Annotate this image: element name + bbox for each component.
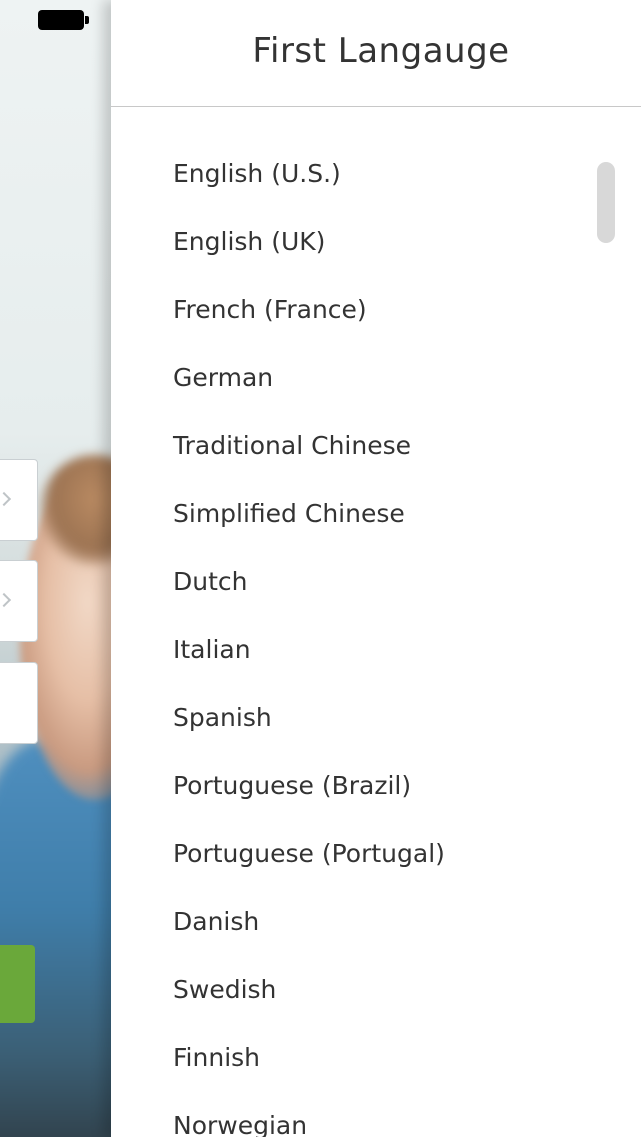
chevron-right-icon: [0, 592, 12, 608]
language-option[interactable]: Norwegian: [173, 1092, 445, 1137]
panel-header: First Langauge: [111, 0, 641, 107]
language-option[interactable]: Simplified Chinese: [173, 480, 445, 548]
language-option[interactable]: Traditional Chinese: [173, 412, 445, 480]
language-option[interactable]: French (France): [173, 276, 445, 344]
language-option[interactable]: Danish: [173, 888, 445, 956]
language-option[interactable]: Portuguese (Portugal): [173, 820, 445, 888]
language-option[interactable]: Dutch: [173, 548, 445, 616]
app-screen: First Langauge English (U.S.) English (UK…: [0, 0, 641, 1137]
language-option[interactable]: English (UK): [173, 208, 445, 276]
background-green-button[interactable]: [0, 945, 35, 1023]
background-card-1[interactable]: [0, 459, 38, 541]
language-option[interactable]: English (U.S.): [173, 140, 445, 208]
background-app: [0, 0, 112, 1137]
panel-title: First Langauge: [252, 31, 510, 71]
language-option[interactable]: Swedish: [173, 956, 445, 1024]
language-list: English (U.S.) English (UK) French (France…: [173, 140, 445, 1137]
language-option[interactable]: Spanish: [173, 684, 445, 752]
background-card-3[interactable]: [0, 662, 38, 744]
language-option[interactable]: Finnish: [173, 1024, 445, 1092]
language-option[interactable]: German: [173, 344, 445, 412]
chevron-right-icon: [0, 491, 12, 507]
language-panel: First Langauge English (U.S.) English (UK…: [111, 0, 641, 1137]
battery-icon: [38, 10, 89, 30]
scrollbar-thumb[interactable]: [597, 162, 615, 243]
background-card-2[interactable]: [0, 560, 38, 642]
language-option[interactable]: Italian: [173, 616, 445, 684]
language-option[interactable]: Portuguese (Brazil): [173, 752, 445, 820]
